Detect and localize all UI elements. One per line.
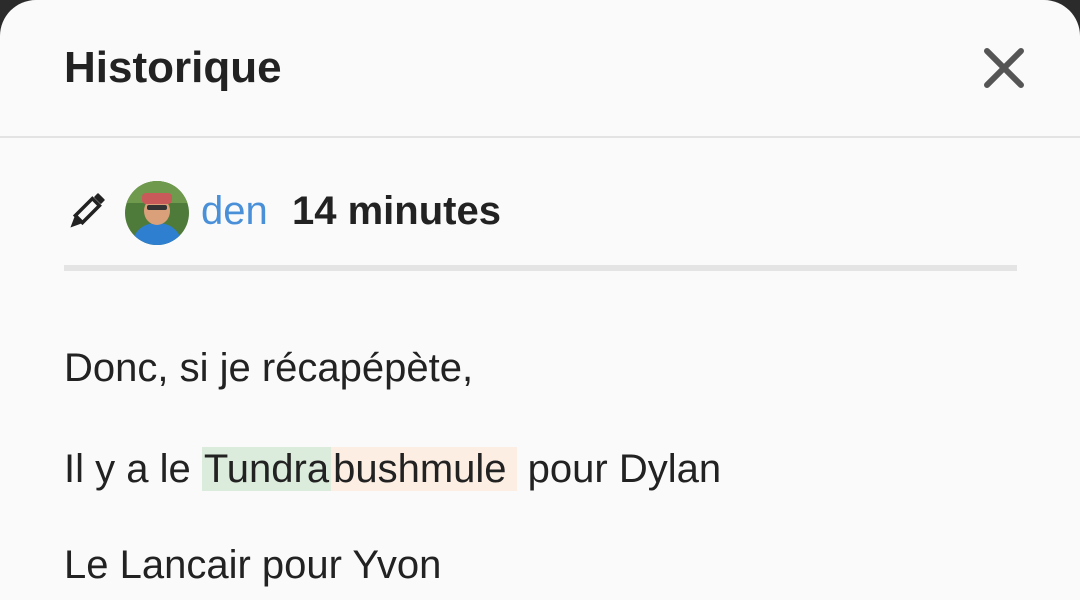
close-button[interactable]	[978, 42, 1030, 94]
diff-text: Il y a le	[64, 447, 202, 491]
modal-header: Historique	[0, 0, 1080, 138]
inserted-text: Tundra	[201, 447, 332, 491]
history-modal: Historique den 14 minutes Donc, si je ré…	[0, 0, 1080, 600]
diff-text: pour Dylan	[516, 447, 722, 491]
avatar[interactable]	[125, 181, 189, 245]
revision-meta: den 14 minutes	[64, 178, 1024, 245]
diff-line: Il y a le Tundra bushmule pour Dylan	[64, 444, 721, 494]
modal-title: Historique	[64, 43, 282, 92]
deleted-text: bushmule	[331, 447, 517, 491]
username-link[interactable]: den	[201, 186, 268, 236]
revision-time: 14 minutes	[292, 189, 501, 233]
diff-line: Le Lancair pour Yvon	[64, 540, 441, 590]
pencil-icon	[70, 193, 105, 228]
close-icon	[984, 48, 1024, 88]
user-photo	[125, 181, 189, 245]
diff-text: Le Lancair pour Yvon	[64, 543, 442, 587]
divider	[64, 265, 1017, 271]
diff-text: Donc, si je récapépète,	[64, 346, 474, 390]
diff-line: Donc, si je récapépète,	[64, 343, 473, 393]
